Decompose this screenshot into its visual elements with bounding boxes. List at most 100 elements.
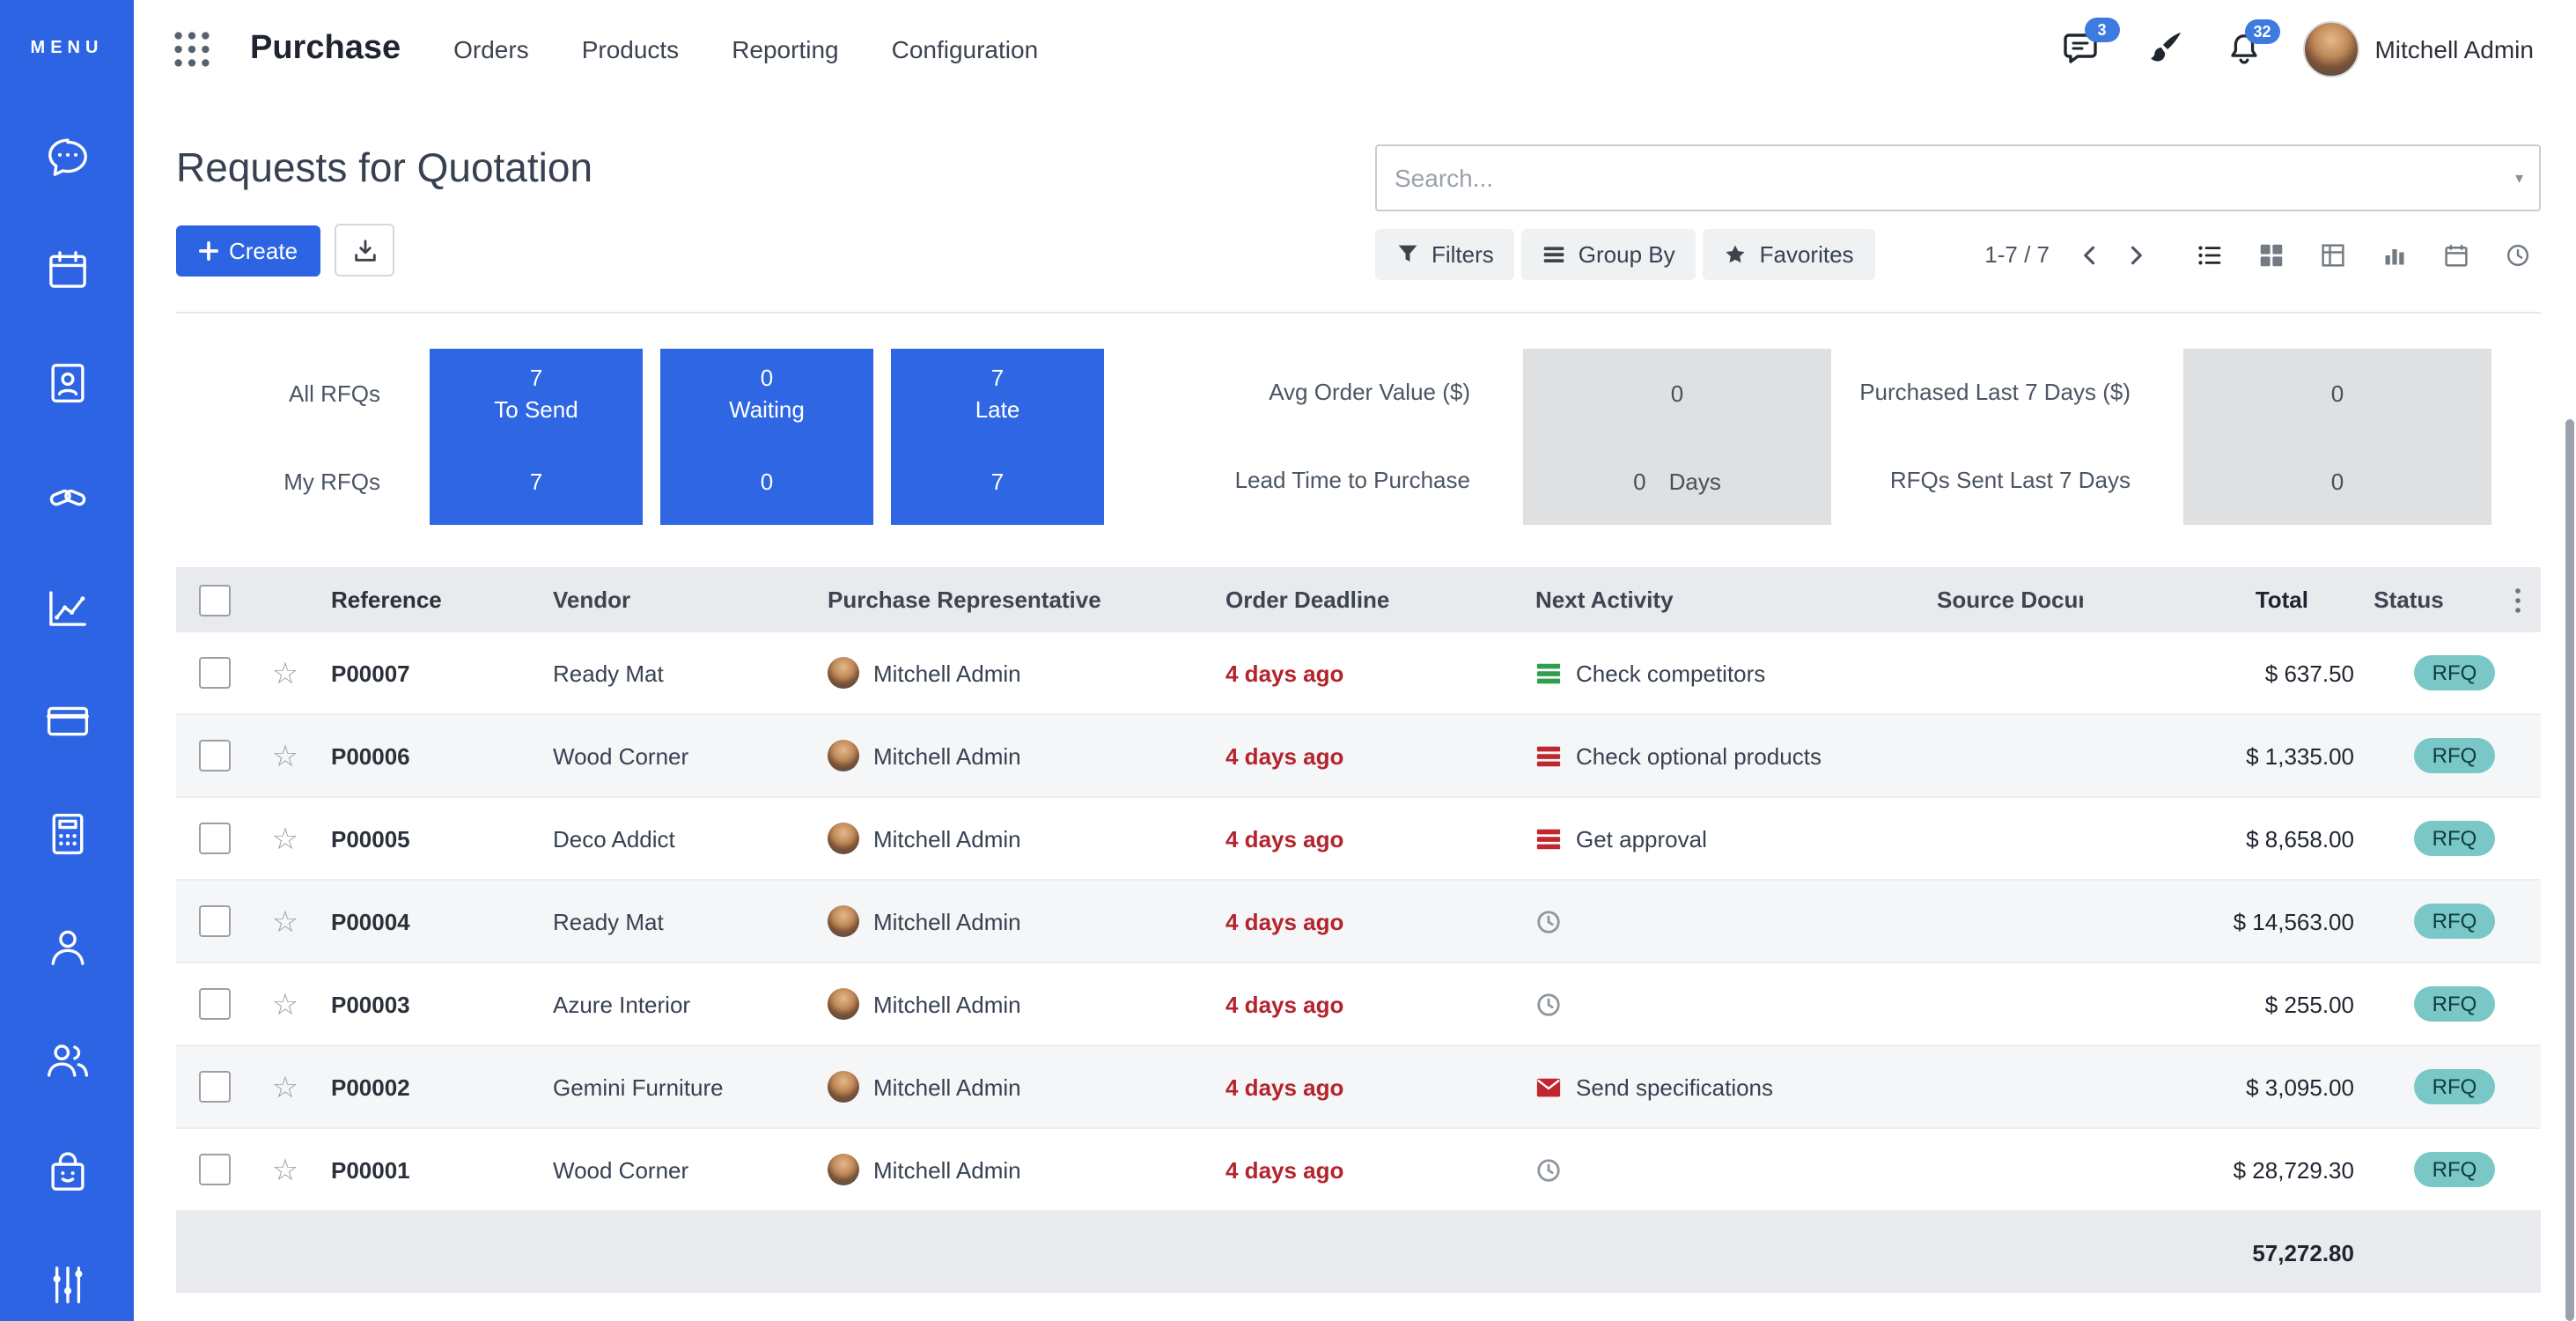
favorite-star-icon[interactable]: ☆	[254, 1072, 317, 1102]
tasks-icon	[1535, 825, 1562, 852]
select-all-checkbox[interactable]	[199, 584, 231, 616]
header-order-deadline[interactable]: Order Deadline	[1211, 587, 1521, 613]
favorites-button[interactable]: Favorites	[1704, 229, 1875, 280]
clock-icon	[1535, 991, 1562, 1017]
pager-previous-button[interactable]	[2067, 232, 2113, 277]
menu-configuration[interactable]: Configuration	[892, 35, 1039, 63]
sidebar-item-referrals[interactable]	[0, 1002, 134, 1115]
user-menu[interactable]: Mitchell Admin	[2302, 21, 2534, 77]
table-footer: 57,272.80	[176, 1212, 2541, 1293]
vendor-name: Deco Addict	[539, 825, 813, 852]
purchased-last-7-days-label: Purchased Last 7 Days ($)	[1831, 378, 2131, 408]
table-row[interactable]: ☆ P00002 Gemini Furniture Mitchell Admin…	[176, 1046, 2541, 1129]
sidebar-item-discuss[interactable]	[0, 100, 134, 213]
search-dropdown-caret-icon[interactable]: ▾	[2499, 168, 2539, 188]
messages-button[interactable]: 3	[2061, 28, 2103, 70]
header-vendor[interactable]: Vendor	[539, 587, 813, 613]
search-bar: ▾	[1375, 144, 2541, 211]
favorite-star-icon[interactable]: ☆	[254, 823, 317, 853]
star-icon	[1725, 243, 1748, 266]
list-view-button[interactable]	[2187, 233, 2233, 276]
search-input[interactable]	[1377, 146, 2499, 210]
sidebar-item-settings[interactable]	[0, 1228, 134, 1321]
table-row[interactable]: ☆ P00003 Azure Interior Mitchell Admin 4…	[176, 963, 2541, 1046]
menu-reporting[interactable]: Reporting	[732, 35, 838, 63]
table-row[interactable]: ☆ P00006 Wood Corner Mitchell Admin 4 da…	[176, 715, 2541, 798]
theme-brush-button[interactable]	[2142, 28, 2184, 70]
next-activity[interactable]: Check competitors	[1521, 660, 1923, 686]
vertical-scrollbar[interactable]	[2565, 419, 2574, 1321]
optional-columns-button[interactable]	[2495, 586, 2541, 614]
sidebar-item-sales[interactable]	[0, 551, 134, 664]
next-activity[interactable]: Send specifications	[1521, 1074, 1923, 1100]
header-reference[interactable]: Reference	[317, 587, 539, 613]
header-source-document[interactable]: Source Document	[1923, 587, 2083, 613]
row-checkbox[interactable]	[199, 740, 231, 771]
row-checkbox[interactable]	[199, 1154, 231, 1185]
menu-label[interactable]: MENU	[31, 39, 104, 58]
rfq-reference: P00006	[317, 742, 539, 769]
activities-button[interactable]: 32	[2223, 29, 2263, 70]
purchase-representative: Mitchell Admin	[813, 988, 1211, 1020]
pager-next-button[interactable]	[2113, 232, 2159, 277]
sidebar-item-contacts[interactable]	[0, 326, 134, 439]
activity-view-button[interactable]	[2495, 233, 2541, 276]
calendar-view-button[interactable]	[2433, 233, 2479, 276]
tile-late[interactable]: 7Late 7	[891, 349, 1104, 525]
row-checkbox[interactable]	[199, 657, 231, 689]
menu-orders[interactable]: Orders	[453, 35, 529, 63]
row-checkbox[interactable]	[199, 988, 231, 1020]
menu-products[interactable]: Products	[582, 35, 680, 63]
app-sidebar: MENU	[0, 0, 134, 1321]
next-activity[interactable]	[1521, 991, 1923, 1017]
next-activity[interactable]	[1521, 908, 1923, 934]
next-activity[interactable]: Get approval	[1521, 825, 1923, 852]
table-row[interactable]: ☆ P00001 Wood Corner Mitchell Admin 4 da…	[176, 1129, 2541, 1212]
rfq-reference: P00007	[317, 660, 539, 686]
kanban-view-button[interactable]	[2248, 233, 2294, 276]
next-activity[interactable]: Check optional products	[1521, 742, 1923, 769]
calendar-icon	[43, 246, 91, 293]
favorite-star-icon[interactable]: ☆	[254, 1155, 317, 1184]
create-button[interactable]: Create	[176, 225, 320, 276]
purchase-representative: Mitchell Admin	[813, 823, 1211, 854]
app-title[interactable]: Purchase	[250, 30, 401, 69]
user-avatar	[2302, 21, 2359, 77]
pivot-view-button[interactable]	[2310, 233, 2356, 276]
favorite-star-icon[interactable]: ☆	[254, 989, 317, 1019]
header-total[interactable]: Total	[2083, 587, 2322, 613]
row-checkbox[interactable]	[199, 823, 231, 854]
sidebar-item-purchase[interactable]	[0, 1115, 134, 1228]
favorite-star-icon[interactable]: ☆	[254, 741, 317, 771]
header-next-activity[interactable]: Next Activity	[1521, 587, 1923, 613]
apps-grid-icon[interactable]	[173, 30, 211, 69]
table-row[interactable]: ☆ P00007 Ready Mat Mitchell Admin 4 days…	[176, 632, 2541, 715]
footer-total: 57,272.80	[2129, 1239, 2368, 1266]
tile-to-send[interactable]: 7To Send 7	[430, 349, 643, 525]
sidebar-item-crm[interactable]	[0, 439, 134, 551]
sidebar-item-calendar[interactable]	[0, 213, 134, 326]
next-activity[interactable]	[1521, 1156, 1923, 1183]
vendor-name: Wood Corner	[539, 1156, 813, 1183]
table-row[interactable]: ☆ P00004 Ready Mat Mitchell Admin 4 days…	[176, 881, 2541, 963]
export-button[interactable]	[335, 224, 394, 277]
table-row[interactable]: ☆ P00005 Deco Addict Mitchell Admin 4 da…	[176, 798, 2541, 881]
header-representative[interactable]: Purchase Representative	[813, 587, 1211, 613]
favorite-star-icon[interactable]: ☆	[254, 658, 317, 688]
sidebar-item-accounting[interactable]	[0, 777, 134, 889]
all-rfqs-label[interactable]: All RFQs	[176, 380, 380, 406]
my-rfqs-label[interactable]: My RFQs	[176, 468, 380, 494]
graph-view-button[interactable]	[2372, 233, 2418, 276]
sidebar-item-employees[interactable]	[0, 889, 134, 1002]
rfq-reference: P00002	[317, 1074, 539, 1100]
group-by-button[interactable]: Group By	[1522, 229, 1696, 280]
tasks-icon	[1535, 660, 1562, 686]
tile-waiting[interactable]: 0Waiting 0	[660, 349, 873, 525]
sidebar-item-invoicing[interactable]	[0, 664, 134, 777]
row-checkbox[interactable]	[199, 905, 231, 937]
filters-button[interactable]: Filters	[1375, 229, 1515, 280]
row-checkbox[interactable]	[199, 1071, 231, 1103]
favorite-star-icon[interactable]: ☆	[254, 906, 317, 936]
status-badge: RFQ	[2415, 904, 2495, 939]
header-status[interactable]: Status	[2322, 587, 2495, 613]
